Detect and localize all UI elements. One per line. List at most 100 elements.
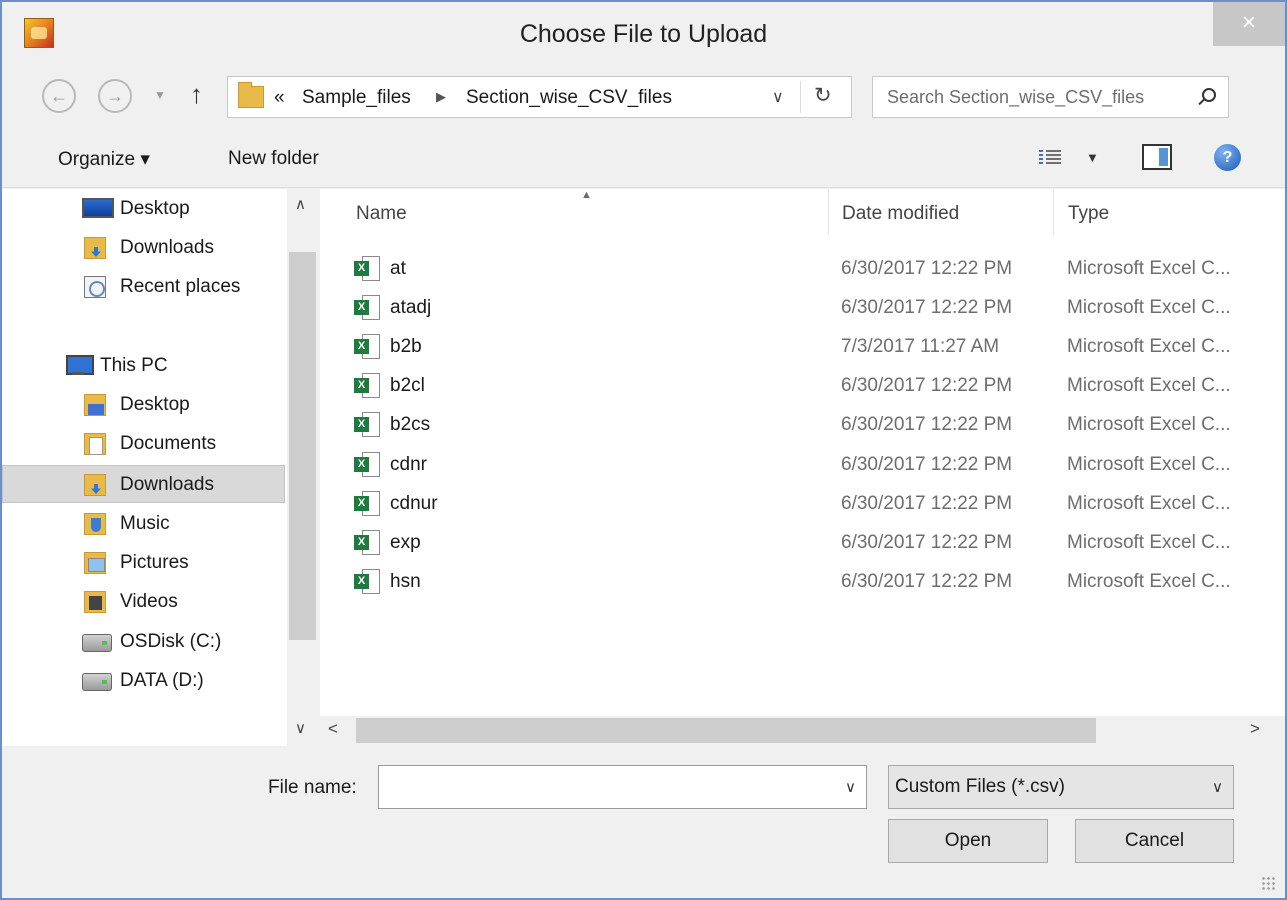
excel-csv-file-icon: X	[354, 451, 382, 479]
desktop-icon	[82, 198, 114, 218]
drive-icon	[82, 634, 112, 652]
help-icon[interactable]: ?	[1214, 144, 1241, 171]
sidebar-item-desktop[interactable]: Desktop	[2, 190, 285, 228]
search-icon[interactable]	[1202, 88, 1216, 102]
sidebar-item-desktop-pc[interactable]: Desktop	[2, 386, 285, 424]
scrollbar-thumb[interactable]	[356, 718, 1096, 743]
dialog-title: Choose File to Upload	[519, 20, 768, 48]
scroll-down-icon[interactable]: ∨	[295, 719, 306, 737]
file-row[interactable]: X atadj 6/30/2017 12:22 PM Microsoft Exc…	[320, 290, 1285, 329]
close-button[interactable]: ×	[1213, 2, 1285, 46]
sidebar-item-label: DATA (D:)	[120, 670, 204, 691]
file-name: at	[390, 258, 406, 279]
open-button[interactable]: Open	[888, 819, 1048, 863]
breadcrumb-section-wise-csv-files[interactable]: Section_wise_CSV_files	[466, 87, 672, 109]
scroll-right-icon[interactable]: >	[1250, 719, 1260, 739]
column-divider[interactable]	[828, 189, 829, 235]
breadcrumb-overflow[interactable]: «	[274, 87, 285, 109]
navigation-pane-scrollbar[interactable]: ∧ ∨	[287, 189, 318, 746]
sidebar-item-label: Documents	[120, 433, 217, 454]
excel-csv-file-icon: X	[354, 372, 382, 400]
file-upload-dialog: Choose File to Upload × ← → ▼ ↑ « Sample…	[0, 0, 1287, 900]
scroll-left-icon[interactable]: <	[328, 719, 338, 739]
breadcrumb-separator-icon[interactable]: ▶	[436, 89, 446, 105]
search-placeholder: Search Section_wise_CSV_files	[887, 87, 1145, 107]
drive-icon	[82, 673, 112, 691]
excel-csv-file-icon: X	[354, 529, 382, 557]
sidebar-item-this-pc[interactable]: This PC	[2, 347, 285, 385]
chevron-down-icon[interactable]: ∨	[845, 778, 856, 796]
toolbar: Organize ▾ New folder ▼ ?	[2, 132, 1285, 188]
scrollbar-thumb[interactable]	[289, 252, 316, 640]
dialog-footer: File name: ∨ Custom Files (*.csv) ∨ Open…	[2, 747, 1285, 898]
file-name: b2cl	[390, 375, 425, 396]
file-date: 6/30/2017 12:22 PM	[841, 493, 1013, 514]
file-date: 6/30/2017 12:22 PM	[841, 532, 1013, 553]
refresh-icon[interactable]: ↻	[814, 83, 832, 108]
navigation-pane[interactable]: Desktop Downloads Recent places This PC …	[2, 189, 318, 746]
file-row[interactable]: X b2b 7/3/2017 11:27 AM Microsoft Excel …	[320, 329, 1285, 368]
file-row[interactable]: X cdnr 6/30/2017 12:22 PM Microsoft Exce…	[320, 447, 1285, 486]
address-dropdown-icon[interactable]: ∨	[772, 87, 784, 107]
column-header-name[interactable]: Name	[356, 203, 407, 225]
file-type-filter[interactable]: Custom Files (*.csv) ∨	[888, 765, 1234, 809]
view-options-dropdown-icon[interactable]: ▼	[1086, 150, 1099, 165]
file-type: Microsoft Excel C...	[1067, 375, 1231, 396]
recent-locations-dropdown-icon[interactable]: ▼	[154, 88, 166, 102]
change-view-icon[interactable]	[1039, 148, 1061, 166]
column-header-date-modified[interactable]: Date modified	[842, 203, 959, 225]
sort-ascending-icon: ▲	[581, 189, 592, 201]
sidebar-item-label: OSDisk (C:)	[120, 631, 222, 652]
up-arrow-icon[interactable]: ↑	[190, 79, 203, 110]
file-list-scrollbar[interactable]: < >	[320, 716, 1285, 746]
sidebar-item-data-d[interactable]: DATA (D:)	[2, 662, 285, 700]
file-row[interactable]: X b2cs 6/30/2017 12:22 PM Microsoft Exce…	[320, 407, 1285, 446]
cancel-button[interactable]: Cancel	[1075, 819, 1234, 863]
sidebar-item-label: Music	[120, 513, 170, 534]
file-name: b2b	[390, 336, 422, 357]
back-arrow-icon[interactable]: ←	[42, 79, 76, 113]
preview-pane-icon[interactable]	[1142, 144, 1172, 170]
scroll-up-icon[interactable]: ∧	[295, 195, 306, 213]
file-row[interactable]: X hsn 6/30/2017 12:22 PM Microsoft Excel…	[320, 564, 1285, 603]
sidebar-item-documents[interactable]: Documents	[2, 425, 285, 463]
file-row[interactable]: X at 6/30/2017 12:22 PM Microsoft Excel …	[320, 251, 1285, 290]
forward-arrow-icon[interactable]: →	[98, 79, 132, 113]
column-divider[interactable]	[1053, 189, 1054, 235]
file-type: Microsoft Excel C...	[1067, 297, 1231, 318]
new-folder-button[interactable]: New folder	[228, 148, 319, 170]
file-row[interactable]: X cdnur 6/30/2017 12:22 PM Microsoft Exc…	[320, 486, 1285, 525]
sidebar-item-recent-places[interactable]: Recent places	[2, 268, 285, 306]
resize-grip-icon[interactable]	[1261, 876, 1275, 890]
navigation-bar: ← → ▼ ↑ « Sample_files ▶ Section_wise_CS…	[2, 68, 1285, 130]
sidebar-item-music[interactable]: Music	[2, 505, 285, 543]
excel-csv-file-icon: X	[354, 294, 382, 322]
excel-csv-file-icon: X	[354, 255, 382, 283]
address-bar[interactable]: « Sample_files ▶ Section_wise_CSV_files …	[227, 76, 852, 118]
file-type: Microsoft Excel C...	[1067, 571, 1231, 592]
file-list[interactable]: ▲ Name Date modified Type X at 6/30/2017…	[320, 189, 1285, 746]
file-name: b2cs	[390, 414, 431, 435]
sidebar-item-downloads-pc[interactable]: Downloads	[2, 465, 285, 503]
file-name-input[interactable]: ∨	[378, 765, 867, 809]
file-date: 6/30/2017 12:22 PM	[841, 297, 1013, 318]
file-type: Microsoft Excel C...	[1067, 532, 1231, 553]
file-date: 6/30/2017 12:22 PM	[841, 375, 1013, 396]
downloads-folder-icon	[84, 474, 106, 496]
excel-csv-file-icon: X	[354, 568, 382, 596]
search-input[interactable]: Search Section_wise_CSV_files	[872, 76, 1229, 118]
breadcrumb-sample-files[interactable]: Sample_files	[302, 87, 411, 109]
sidebar-item-downloads[interactable]: Downloads	[2, 229, 285, 267]
organize-button[interactable]: Organize ▾	[58, 148, 150, 171]
file-type: Microsoft Excel C...	[1067, 336, 1231, 357]
chevron-down-icon[interactable]: ∨	[1212, 778, 1223, 796]
file-row[interactable]: X exp 6/30/2017 12:22 PM Microsoft Excel…	[320, 525, 1285, 564]
file-row[interactable]: X b2cl 6/30/2017 12:22 PM Microsoft Exce…	[320, 368, 1285, 407]
sidebar-item-videos[interactable]: Videos	[2, 583, 285, 621]
column-header-type[interactable]: Type	[1068, 203, 1109, 225]
sidebar-item-label: Videos	[120, 591, 178, 612]
file-name: cdnr	[390, 454, 427, 475]
this-pc-icon	[62, 355, 94, 377]
sidebar-item-pictures[interactable]: Pictures	[2, 544, 285, 582]
sidebar-item-osdisk-c[interactable]: OSDisk (C:)	[2, 623, 285, 661]
